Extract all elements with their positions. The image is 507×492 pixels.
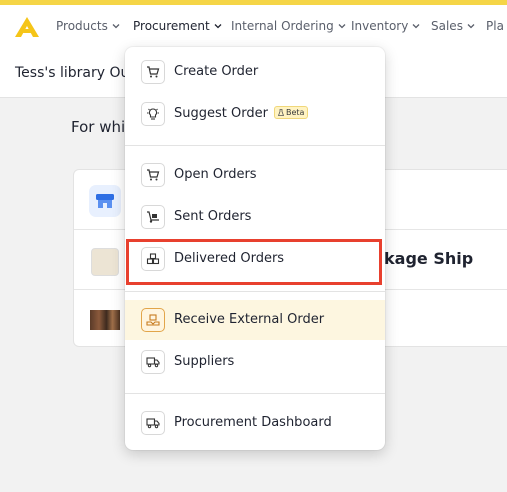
menu-procurement-dashboard[interactable]: Procurement Dashboard <box>125 403 385 443</box>
menu-delivered-orders[interactable]: Delivered Orders <box>125 239 385 279</box>
chevron-down-icon <box>214 24 222 29</box>
menu-item-label: Procurement Dashboard <box>174 415 332 430</box>
menu-item-label: Open Orders <box>174 167 257 182</box>
app-logo-icon[interactable] <box>14 16 40 38</box>
top-nav: Products Procurement Internal Ordering I… <box>0 5 507 47</box>
menu-suggest-order[interactable]: Suggest Order Beta <box>125 94 385 134</box>
chevron-down-icon <box>467 24 475 29</box>
nav-planning[interactable]: Pla <box>486 19 504 33</box>
nav-inventory-label: Inventory <box>351 19 409 33</box>
menu-item-label: Suggest Order Beta <box>174 106 309 121</box>
chevron-down-icon <box>338 24 346 29</box>
page-question: For whi <box>71 118 126 136</box>
nav-products-label: Products <box>56 19 108 33</box>
nav-procurement[interactable]: Procurement <box>133 19 222 33</box>
nav-sales-label: Sales <box>431 19 463 33</box>
dolly-icon <box>141 205 165 229</box>
menu-receive-external-order[interactable]: Receive External Order <box>125 300 385 340</box>
nav-planning-label: Pla <box>486 19 504 33</box>
cart-plus-icon <box>141 60 165 84</box>
menu-item-label: Receive External Order <box>174 312 325 327</box>
menu-create-order[interactable]: Create Order <box>125 52 385 92</box>
nav-inventory[interactable]: Inventory <box>351 19 420 33</box>
location-thumbnail <box>91 248 119 276</box>
menu-item-label-text: Suggest Order <box>174 106 268 121</box>
store-icon <box>89 185 121 217</box>
menu-item-label: Sent Orders <box>174 209 252 224</box>
location-name[interactable]: kage Ship <box>384 249 473 268</box>
truck-icon <box>141 350 165 374</box>
beta-badge: Beta <box>273 106 309 119</box>
menu-suppliers[interactable]: Suppliers <box>125 342 385 382</box>
menu-divider <box>125 393 385 394</box>
nav-internal-ordering[interactable]: Internal Ordering <box>231 19 346 33</box>
dashboard-truck-icon <box>141 411 165 435</box>
nav-products[interactable]: Products <box>56 19 120 33</box>
menu-divider <box>125 145 385 146</box>
menu-item-label: Suppliers <box>174 354 235 369</box>
menu-item-label: Create Order <box>174 64 259 79</box>
menu-open-orders[interactable]: Open Orders <box>125 155 385 195</box>
receive-box-icon <box>141 308 165 332</box>
library-title: Tess's library Ou <box>15 65 130 81</box>
nav-internal-ordering-label: Internal Ordering <box>231 19 334 33</box>
lightbulb-icon <box>141 102 165 126</box>
menu-divider <box>125 291 385 292</box>
chevron-down-icon <box>412 24 420 29</box>
menu-item-label: Delivered Orders <box>174 251 285 266</box>
boxes-icon <box>141 247 165 271</box>
location-thumbnail <box>90 310 120 330</box>
nav-sales[interactable]: Sales <box>431 19 475 33</box>
menu-sent-orders[interactable]: Sent Orders <box>125 197 385 237</box>
flask-icon <box>277 109 284 116</box>
procurement-dropdown-menu: Create Order Suggest Order Beta Open Orde… <box>125 47 385 450</box>
nav-procurement-label: Procurement <box>133 19 210 33</box>
chevron-down-icon <box>112 24 120 29</box>
cart-icon <box>141 163 165 187</box>
beta-badge-text: Beta <box>285 108 305 117</box>
